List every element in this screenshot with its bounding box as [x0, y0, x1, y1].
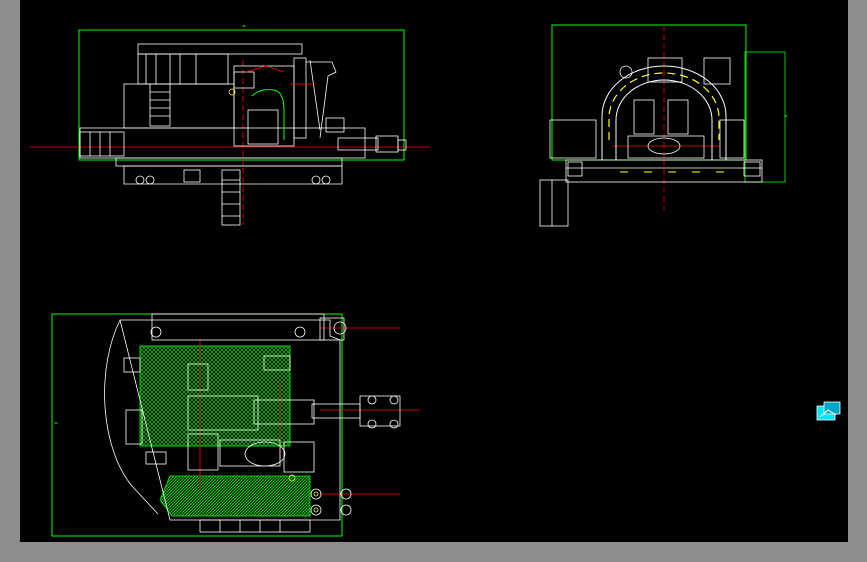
plan-view-dimension: ≈ [54, 420, 58, 427]
ucs-icon[interactable] [816, 401, 842, 423]
hatch-region-lower [159, 475, 311, 517]
drawing-viewport[interactable]: ≈ ≈ ≈ [20, 0, 848, 542]
end-view: ≈ [539, 24, 788, 227]
side-view-boundary [78, 29, 405, 161]
side-view: ≈ [30, 23, 430, 226]
end-view-dim-box [744, 51, 786, 183]
side-view-dimension: ≈ [242, 23, 246, 30]
cad-drawing: ≈ ≈ ≈ [30, 23, 788, 537]
end-view-boundary [551, 24, 747, 161]
end-view-dimension: ≈ [784, 113, 788, 120]
plan-view: ≈ [51, 313, 420, 537]
